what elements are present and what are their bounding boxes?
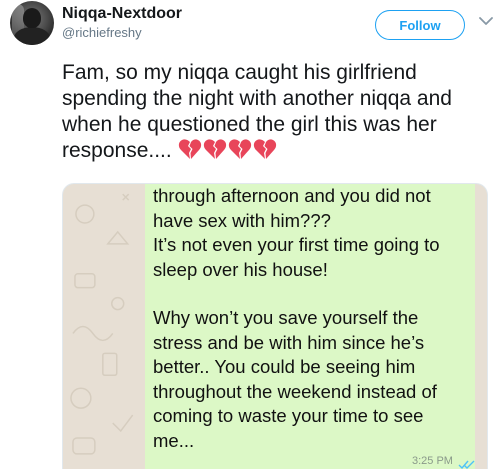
message-line: better.. You could be seeing him [153,356,416,377]
chat-message-bubble: through afternoon and you did not have s… [145,184,476,469]
message-line: stress and be with him since he’s [153,331,425,353]
display-name[interactable]: Niqqa-Nextdoor [62,5,182,23]
broken-heart-icon [178,139,201,159]
message-paragraph-1: through afternoon and you did not have s… [153,184,467,282]
message-line: me... [153,429,195,451]
broken-heart-icon [228,139,251,159]
tweet-card: Niqqa-Nextdoor @richiefreshy Follow Fam,… [0,0,500,469]
user-handle[interactable]: @richiefreshy [62,25,142,40]
message-line: throughout the weekend instead of [153,380,437,402]
message-timestamp: 3:25 PM [412,455,453,467]
attached-chat-screenshot[interactable]: through afternoon and you did not have s… [62,183,488,469]
message-line: coming to waste your time to see [153,405,424,426]
chevron-down-icon[interactable] [477,12,495,30]
message-line: sleep over his house! [153,258,328,280]
message-line: It’s not even your first time going to [153,234,440,255]
broken-heart-icon [203,139,226,159]
message-line: Why won’t you save yourself the [153,307,419,328]
avatar-head [23,8,41,28]
double-check-icon [458,457,476,469]
avatar-shoulders [14,27,50,45]
broken-heart-icon [253,139,276,159]
avatar[interactable] [10,1,54,45]
message-line: through afternoon and you did not [153,185,431,206]
follow-button[interactable]: Follow [375,10,465,40]
message-paragraph-2: Why won’t you save yourself the stress a… [153,306,467,453]
broken-heart-emojis [178,139,278,162]
tweet-text: Fam, so my niqqa caught his girlfriend s… [62,60,492,164]
message-line: have sex with him??? [153,209,331,231]
